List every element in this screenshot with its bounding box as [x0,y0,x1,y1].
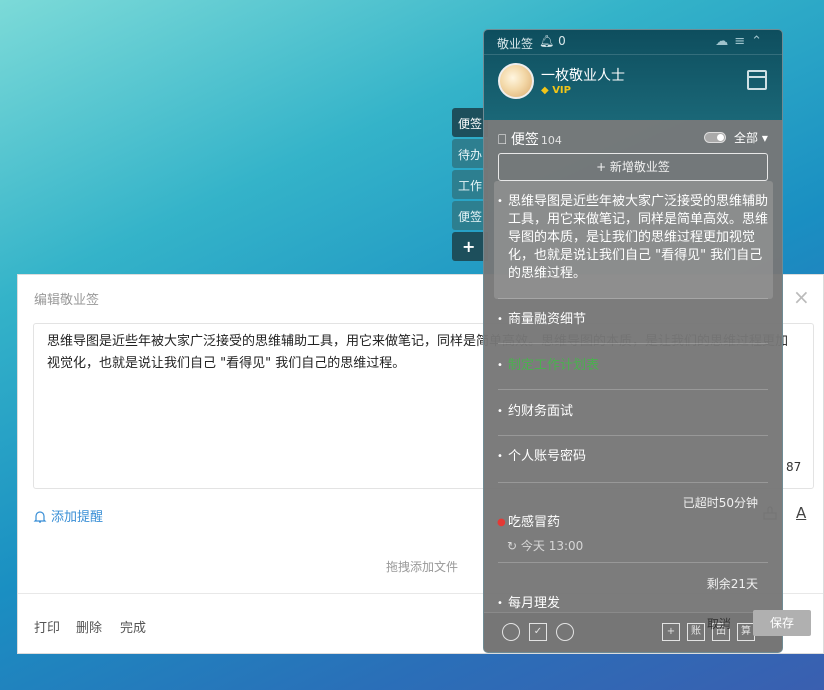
divider [498,562,768,563]
note-item[interactable]: • 约财务面试 [497,403,768,421]
dialog-title: 编辑敬业签 [34,293,100,308]
add-reminder-button[interactable]: 添加提醒 [33,506,103,525]
bullet-icon: • [497,598,503,609]
note-item[interactable]: • 个人账号密码 [497,448,768,466]
note-text: 个人账号密码 [508,449,587,464]
collapse-icon[interactable]: ⌃ [751,34,768,49]
delete-button[interactable]: 删除 [76,617,102,636]
divider [498,389,768,390]
todo-icon[interactable]: ✓ [529,623,547,641]
header-controls: ☁≡⌃ [715,34,768,49]
username: 一枚敬业人士 [541,68,625,84]
reminder-time-label: 今天 13:00 [520,539,584,553]
note-panel: 敬业签 🔔︎ 0 ☁≡⌃ 一枚敬业人士 ◆ VIP ⎕ 便签 104 全部 ▾ +… [483,29,783,653]
section-header: ⎕ 便签 104 [498,129,562,149]
avatar[interactable] [498,63,534,99]
print-button[interactable]: 打印 [34,617,60,636]
section-title: 便签 [510,132,539,148]
divider [498,298,768,299]
cloud-sync-icon[interactable]: ☁ [715,34,734,49]
panel-header: 敬业签 🔔︎ 0 ☁≡⌃ 一枚敬业人士 ◆ VIP [484,30,782,120]
done-button[interactable]: 完成 [120,617,146,636]
save-button[interactable]: 保存 [753,610,811,636]
note-item[interactable]: ● 吃感冒药 [497,514,768,532]
bullet-icon: • [497,314,503,325]
calendar-icon[interactable] [747,70,767,90]
filter-dropdown[interactable]: 全部 ▾ [734,129,768,146]
note-item[interactable]: • 每月理发 [497,595,768,613]
vip-badge: ◆ VIP [541,85,571,96]
bullet-icon: • [497,406,503,417]
bullet-icon: • [497,196,503,207]
bullet-icon: • [497,360,503,371]
panel-toolbar: ✓ + 账 田 算 [484,612,782,652]
note-item[interactable]: • 商量融资细节 [497,311,768,329]
menu-icon[interactable]: ≡ [734,34,751,49]
divider [498,435,768,436]
notes-section: ⎕ 便签 104 全部 ▾ + 新增敬业签 • 思维导图是近些年被大家广泛接受的思维… [484,120,782,652]
notification-bell[interactable]: 🔔︎ 0 [539,34,566,48]
note-text: 吃感冒药 [508,515,561,530]
text-format-icon[interactable]: A [796,504,806,522]
note-text: 每月理发 [508,596,561,611]
view-toggle[interactable] [704,132,726,143]
close-icon[interactable]: × [793,287,810,307]
header-divider [484,54,782,55]
alert-dot-icon: ● [497,517,506,528]
search-icon[interactable] [556,623,574,641]
app-name: 敬业签 [497,37,534,51]
bell-icon [33,511,47,523]
section-count: 104 [540,134,562,147]
remaining-label: 剩余21天 [706,577,758,591]
char-count: 87 [786,460,802,474]
chevron-down-icon: ▾ [761,131,768,145]
cancel-button[interactable]: 取消 [707,615,731,632]
clock-icon[interactable] [502,623,520,641]
drop-file-hint: 拖拽添加文件 [386,560,459,574]
diamond-icon: ◆ [541,85,549,96]
new-note-button[interactable]: + 新增敬业签 [498,153,768,181]
filter-label: 全部 [734,131,759,145]
repeat-icon: ↻ [507,539,518,553]
bookmark-icon: ⎕ [498,132,507,148]
bell-count: 0 [558,34,566,48]
note-item[interactable]: • 制定工作计划表 [497,357,768,375]
bullet-icon: • [497,451,503,462]
note-text: 思维导图是近些年被大家广泛接受的思维辅助工具，用它来做笔记，同样是简单高效。思维… [508,194,769,281]
ledger-icon[interactable]: 账 [687,623,705,641]
note-text: 约财务面试 [508,404,574,419]
divider [498,343,768,344]
vip-label: VIP [552,85,571,96]
add-reminder-label: 添加提醒 [51,510,104,525]
bell-icon: 🔔︎ [539,34,555,48]
note-item[interactable]: • 思维导图是近些年被大家广泛接受的思维辅助工具，用它来做笔记，同样是简单高效。思… [497,193,769,283]
reminder-time: ↻ 今天 13:00 [507,537,583,554]
overdue-label: 已超时50分钟 [682,496,758,510]
add-icon[interactable]: + [662,623,680,641]
note-text: 商量融资细节 [508,312,587,327]
divider [498,482,768,483]
note-text-done: 制定工作计划表 [508,358,600,373]
